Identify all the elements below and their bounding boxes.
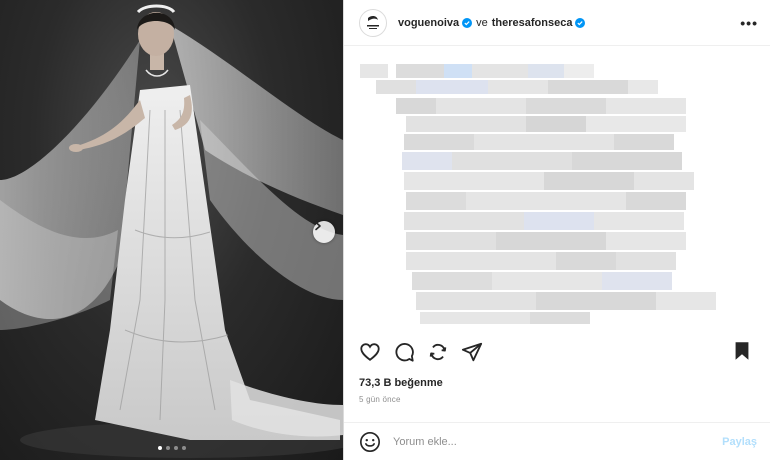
save-button[interactable] <box>731 340 753 362</box>
post-header: voguenoiva ve theresafonseca ••• <box>344 0 770 46</box>
carousel-indicator <box>0 446 343 450</box>
emoji-icon[interactable] <box>359 431 381 453</box>
comment-bubble-icon <box>395 343 414 362</box>
bridal-photo <box>0 4 343 458</box>
repost-icon <box>429 343 447 361</box>
account-link[interactable]: voguenoiva <box>398 17 459 29</box>
post-authors: voguenoiva ve theresafonseca <box>398 17 740 29</box>
carousel-dot <box>181 446 186 450</box>
carousel-dot <box>165 446 170 450</box>
verified-badge-icon <box>462 17 473 28</box>
comment-button[interactable] <box>393 341 415 363</box>
chevron-right-icon <box>315 221 321 231</box>
collaborator-link[interactable]: theresafonseca <box>492 17 573 29</box>
post-image[interactable] <box>0 0 343 460</box>
like-button[interactable] <box>359 341 381 363</box>
post-sidebar: voguenoiva ve theresafonseca ••• 73,3 B … <box>343 0 770 460</box>
post-comment-button[interactable]: Paylaş <box>722 436 757 448</box>
bookmark-icon <box>735 342 749 360</box>
pixelated-text-block <box>360 64 716 324</box>
avatar[interactable] <box>359 8 387 37</box>
verified-badge-icon <box>575 17 586 28</box>
vogue-logo-icon <box>363 12 383 33</box>
likes-count[interactable]: 73,3 B beğenme <box>359 377 443 389</box>
send-paper-plane-icon <box>461 342 483 362</box>
comment-composer: Paylaş <box>344 422 770 460</box>
authors-conjunction: ve <box>476 16 488 29</box>
post-timestamp[interactable]: 5 gün önce <box>359 395 401 404</box>
post-actions <box>359 340 769 364</box>
share-button[interactable] <box>461 341 483 363</box>
repost-button[interactable] <box>427 341 449 363</box>
next-slide-button[interactable] <box>313 221 335 243</box>
comment-input[interactable] <box>393 435 723 448</box>
carousel-dot <box>173 446 178 450</box>
carousel-dot <box>157 446 162 450</box>
redacted-caption <box>356 58 756 328</box>
more-options-button[interactable]: ••• <box>740 15 758 31</box>
heart-icon <box>360 343 380 361</box>
